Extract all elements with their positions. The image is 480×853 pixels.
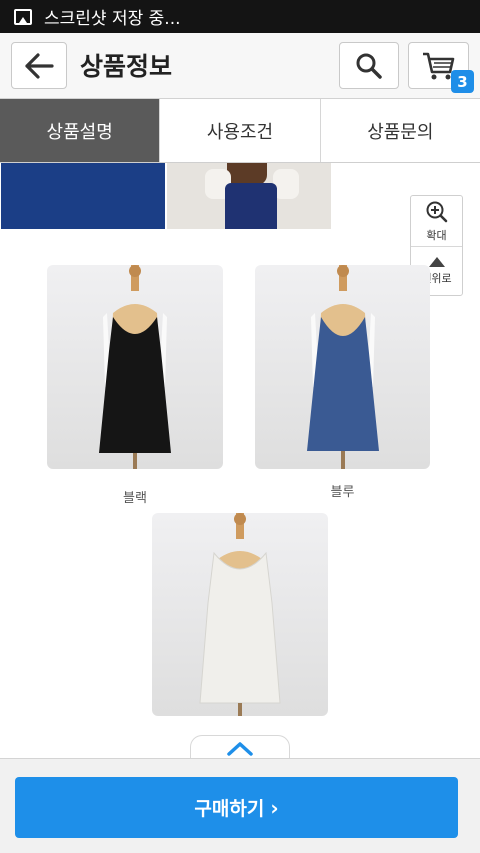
detail-photo-blue-dress xyxy=(1,163,165,229)
product-photo-blue xyxy=(255,265,430,469)
triangle-up-icon xyxy=(428,257,445,267)
blue-dress-shape xyxy=(307,317,379,451)
search-button[interactable] xyxy=(339,42,399,89)
tab-inquiry[interactable]: 상품문의 xyxy=(320,99,480,162)
arrow-left-icon xyxy=(25,52,54,79)
zoom-in-icon xyxy=(426,201,447,222)
product-photo-ivory xyxy=(152,513,328,716)
gallery-icon xyxy=(14,8,32,25)
tab-terms[interactable]: 사용조건 xyxy=(160,99,321,162)
detail-photo-model xyxy=(167,163,331,229)
zoom-label: 확대 xyxy=(426,228,447,242)
buy-button[interactable]: 구매하기 › xyxy=(15,777,458,838)
chevron-up-icon xyxy=(227,741,253,756)
cart-count-badge: 3 xyxy=(451,70,474,93)
chevron-right-icon: › xyxy=(270,795,279,820)
tab-description[interactable]: 상품설명 xyxy=(0,99,161,162)
back-button[interactable] xyxy=(11,42,67,89)
product-detail-content: 확대 맨위로 블랙 블루 xyxy=(0,163,480,758)
product-item-blue[interactable]: 블루 xyxy=(255,265,430,500)
status-notification-text: 스크린샷 저장 중... xyxy=(44,9,181,29)
ivory-dress-shape xyxy=(199,551,281,704)
product-item-black[interactable]: 블랙 xyxy=(47,265,223,506)
product-label-blue: 블루 xyxy=(330,485,355,500)
status-bar: 스크린샷 저장 중... xyxy=(0,0,480,33)
search-icon xyxy=(356,53,382,79)
product-item-ivory[interactable]: 아이보리 xyxy=(152,513,328,756)
black-dress-shape xyxy=(99,317,171,453)
page-title: 상품정보 xyxy=(80,52,173,81)
buy-button-label: 구매하기 xyxy=(194,798,265,820)
zoom-button[interactable]: 확대 xyxy=(411,196,462,246)
product-tabs: 상품설명 사용조건 상품문의 xyxy=(0,99,480,163)
app-header: 상품정보 3 xyxy=(0,33,480,99)
product-label-black: 블랙 xyxy=(123,491,147,506)
bottom-action-bar: 구매하기 › xyxy=(0,758,480,853)
product-photo-black xyxy=(47,265,223,469)
